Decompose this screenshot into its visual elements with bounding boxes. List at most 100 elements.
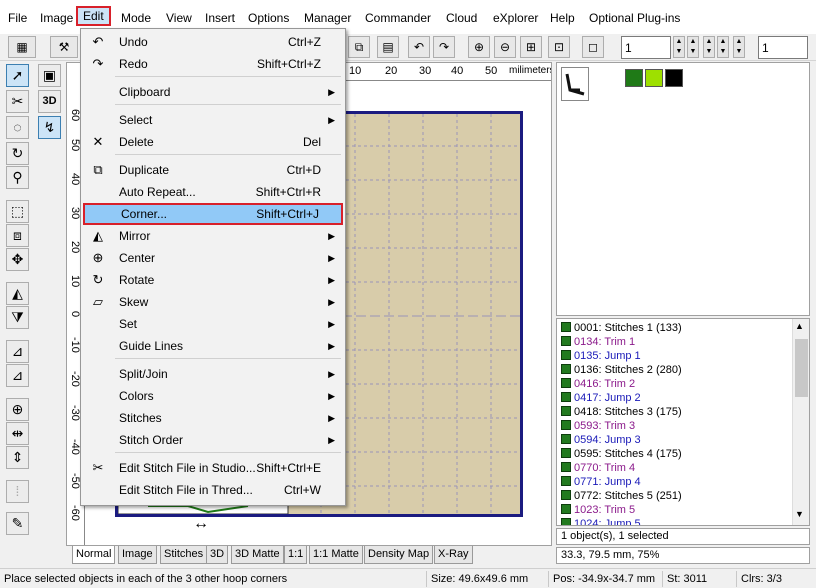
split-tool[interactable]: ⁞ [6,480,29,503]
object-list-item[interactable]: 0594: Jump 3 [561,433,641,447]
object-list-item[interactable]: 0001: Stitches 1 (133) [561,321,682,335]
object-list-item[interactable]: 0416: Trim 2 [561,377,635,391]
menu-item-center[interactable]: ⊕ Center ▶ [83,247,343,269]
spin-up-down-4[interactable]: ▲ ▼ [717,36,729,58]
spin-up-down-1[interactable]: ▲ ▼ [673,36,685,58]
pen-tool[interactable]: ✎ [6,512,29,535]
zoom-fit-button[interactable]: ⊡ [548,36,570,58]
menu-item-stitch-order[interactable]: Stitch Order ▶ [83,429,343,451]
mirror-horizontal-tool[interactable]: ◭ [6,282,29,305]
tab-density-map[interactable]: Density Map [364,546,434,564]
zoom-out-button[interactable]: ⊖ [494,36,516,58]
object-list-item[interactable]: 0417: Jump 2 [561,391,641,405]
menu-item-mirror[interactable]: ◭ Mirror ▶ [83,225,343,247]
menu-item-corner[interactable]: Corner... Shift+Ctrl+J [83,203,343,225]
menu-item-delete[interactable]: ✕ Delete Del [83,131,343,153]
color-swatch-2[interactable] [645,69,663,87]
move-tool[interactable]: ✥ [6,248,29,271]
menu-explorer[interactable]: eXplorer [489,8,542,28]
menu-options[interactable]: Options [244,8,293,28]
menu-manager[interactable]: Manager [300,8,355,28]
resize-tool[interactable]: ⧈ [6,224,29,247]
menu-edit[interactable]: Edit [76,6,111,26]
view-3d-button[interactable]: 3D [38,90,61,113]
menu-item-split-join[interactable]: Split/Join ▶ [83,363,343,385]
scissors-tool[interactable]: ✂ [6,90,29,113]
hoop-button[interactable]: ▦ [8,36,36,58]
tab-xray[interactable]: X-Ray [434,546,473,564]
menu-item-guide-lines[interactable]: Guide Lines ▶ [83,335,343,357]
center-vertical-tool[interactable]: ⇕ [6,446,29,469]
redo-button[interactable]: ↷ [433,36,455,58]
scroll-down-icon[interactable]: ▼ [795,509,804,519]
menu-file[interactable]: File [4,8,31,28]
scroll-up-icon[interactable]: ▲ [795,321,804,331]
rotate-tool[interactable]: ↻ [6,142,29,165]
menu-cloud[interactable]: Cloud [442,8,481,28]
menu-item-rotate[interactable]: ↻ Rotate ▶ [83,269,343,291]
menu-item-set[interactable]: Set ▶ [83,313,343,335]
menu-mode[interactable]: Mode [117,8,155,28]
zoom-tool[interactable]: ⚲ [6,166,29,189]
color-swatch-3[interactable] [665,69,683,87]
undo-button[interactable]: ↶ [408,36,430,58]
menu-optional-plugins[interactable]: Optional Plug-ins [585,8,684,28]
tab-image[interactable]: Image [118,546,157,564]
menu-item-skew[interactable]: ▱ Skew ▶ [83,291,343,313]
wand-button[interactable]: ⚒ [50,36,78,58]
center-tool[interactable]: ⊕ [6,398,29,421]
menu-image[interactable]: Image [36,8,77,28]
object-list-item[interactable]: 0770: Trim 4 [561,461,635,475]
select-tool[interactable]: ➚ [6,64,29,87]
menu-insert[interactable]: Insert [201,8,239,28]
zoom-1to1-button[interactable]: ⊞ [520,36,542,58]
menu-item-clipboard[interactable]: Clipboard ▶ [83,81,343,103]
object-list-item[interactable]: 0593: Trim 3 [561,419,635,433]
menu-item-select[interactable]: Select ▶ [83,109,343,131]
color-swatch-1[interactable] [625,69,643,87]
object-list[interactable]: 0001: Stitches 1 (133) 0134: Trim 1 0135: … [556,318,810,526]
tab-1to1-matte[interactable]: 1:1 Matte [309,546,363,564]
menu-item-auto-repeat[interactable]: Auto Repeat... Shift+Ctrl+R [83,181,343,203]
mirror-vertical-tool[interactable]: ⧩ [6,306,29,329]
scroll-thumb[interactable] [795,339,808,397]
menu-item-colors[interactable]: Colors ▶ [83,385,343,407]
object-list-item[interactable]: 1024: Jump 5 [561,517,641,525]
lasso-tool[interactable]: ◌ [6,116,29,139]
object-list-item[interactable]: 0135: Jump 1 [561,349,641,363]
menu-item-stitches[interactable]: Stitches ▶ [83,407,343,429]
menu-item-duplicate[interactable]: ⧉ Duplicate Ctrl+D [83,159,343,181]
stitch-view-button[interactable]: ↯ [38,116,61,139]
menu-item-edit-stitch-file-in-thred[interactable]: Edit Stitch File in Thred... Ctrl+W [83,479,343,501]
object-list-item[interactable]: 1023: Trim 5 [561,503,635,517]
menu-view[interactable]: View [162,8,196,28]
spin-up-down-2[interactable]: ▲ ▼ [687,36,699,58]
tab-normal[interactable]: Normal [72,546,116,564]
menu-item-redo[interactable]: ↷ Redo Shift+Ctrl+Z [83,53,343,75]
object-list-item[interactable]: 0595: Stitches 4 (175) [561,447,682,461]
resize-handle-icon[interactable]: ↔ [193,515,209,533]
tab-1to1[interactable]: 1:1 [284,546,308,564]
align-right-tool[interactable]: ⊿ [6,364,29,387]
object-list-item[interactable]: 0418: Stitches 3 (175) [561,405,682,419]
paste-button[interactable]: ▤ [377,36,399,58]
stop-button[interactable]: ◻ [582,36,604,58]
spin-up-down-5[interactable]: ▲ ▼ [733,36,745,58]
center-horizontal-tool[interactable]: ⇹ [6,422,29,445]
tab-3d-matte[interactable]: 3D Matte [231,546,284,564]
align-left-tool[interactable]: ⊿ [6,340,29,363]
object-list-scrollbar[interactable]: ▲ ▼ [792,319,809,525]
menu-commander[interactable]: Commander [361,8,435,28]
toolbar-number-field-1[interactable] [621,36,671,59]
tab-3d[interactable]: 3D [206,546,229,564]
design-thumbnail[interactable] [561,67,589,101]
menu-item-edit-stitch-file-in-studio[interactable]: ✂ Edit Stitch File in Studio... Shift+Ctrl… [83,457,343,479]
rect-select-tool[interactable]: ⬚ [6,200,29,223]
object-list-item[interactable]: 0771: Jump 4 [561,475,641,489]
menu-help[interactable]: Help [546,8,579,28]
toolbar-number-field-2[interactable] [758,36,808,59]
object-list-item[interactable]: 0136: Stitches 2 (280) [561,363,682,377]
zoom-in-button[interactable]: ⊕ [468,36,490,58]
menu-item-undo[interactable]: ↶ Undo Ctrl+Z [83,31,343,53]
object-list-item[interactable]: 0772: Stitches 5 (251) [561,489,682,503]
